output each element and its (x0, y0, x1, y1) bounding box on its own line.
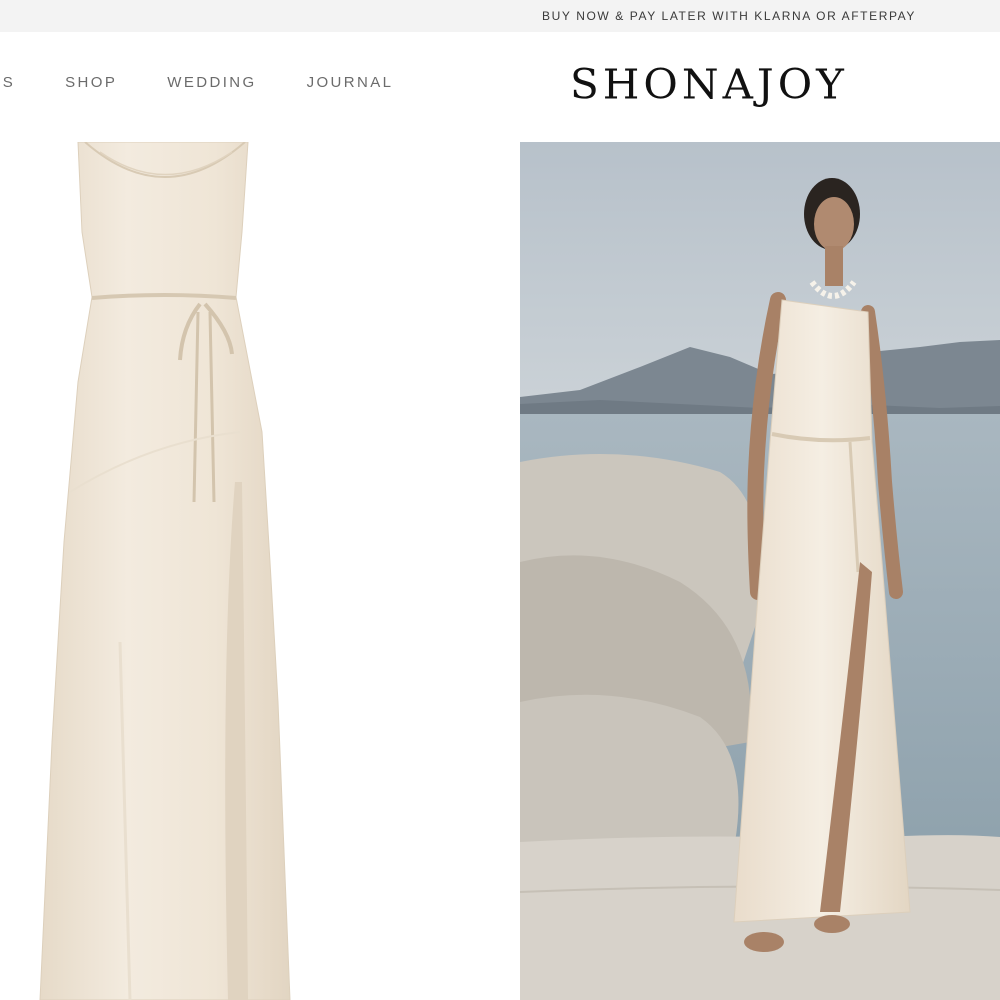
announcement-text: BUY NOW & PAY LATER WITH KLARNA OR AFTER… (542, 9, 916, 23)
nav-item-journal[interactable]: JOURNAL (307, 74, 394, 91)
lifestyle-scene-illustration (520, 142, 1000, 1000)
nav-item-wedding[interactable]: WEDDING (167, 74, 256, 91)
product-dress-illustration (39, 142, 291, 1000)
product-image[interactable] (0, 142, 520, 1000)
brand-logo[interactable]: SHONAJOY (570, 60, 848, 108)
announcement-bar: BUY NOW & PAY LATER WITH KLARNA OR AFTER… (0, 0, 1000, 32)
nav-item-shop[interactable]: SHOP (65, 74, 117, 91)
site-header: LS SHOP WEDDING JOURNAL SHONAJOY (0, 32, 1000, 142)
main-nav: LS SHOP WEDDING JOURNAL (0, 74, 443, 91)
nav-item-partial[interactable]: LS (0, 74, 15, 91)
lifestyle-image[interactable] (520, 142, 1000, 1000)
